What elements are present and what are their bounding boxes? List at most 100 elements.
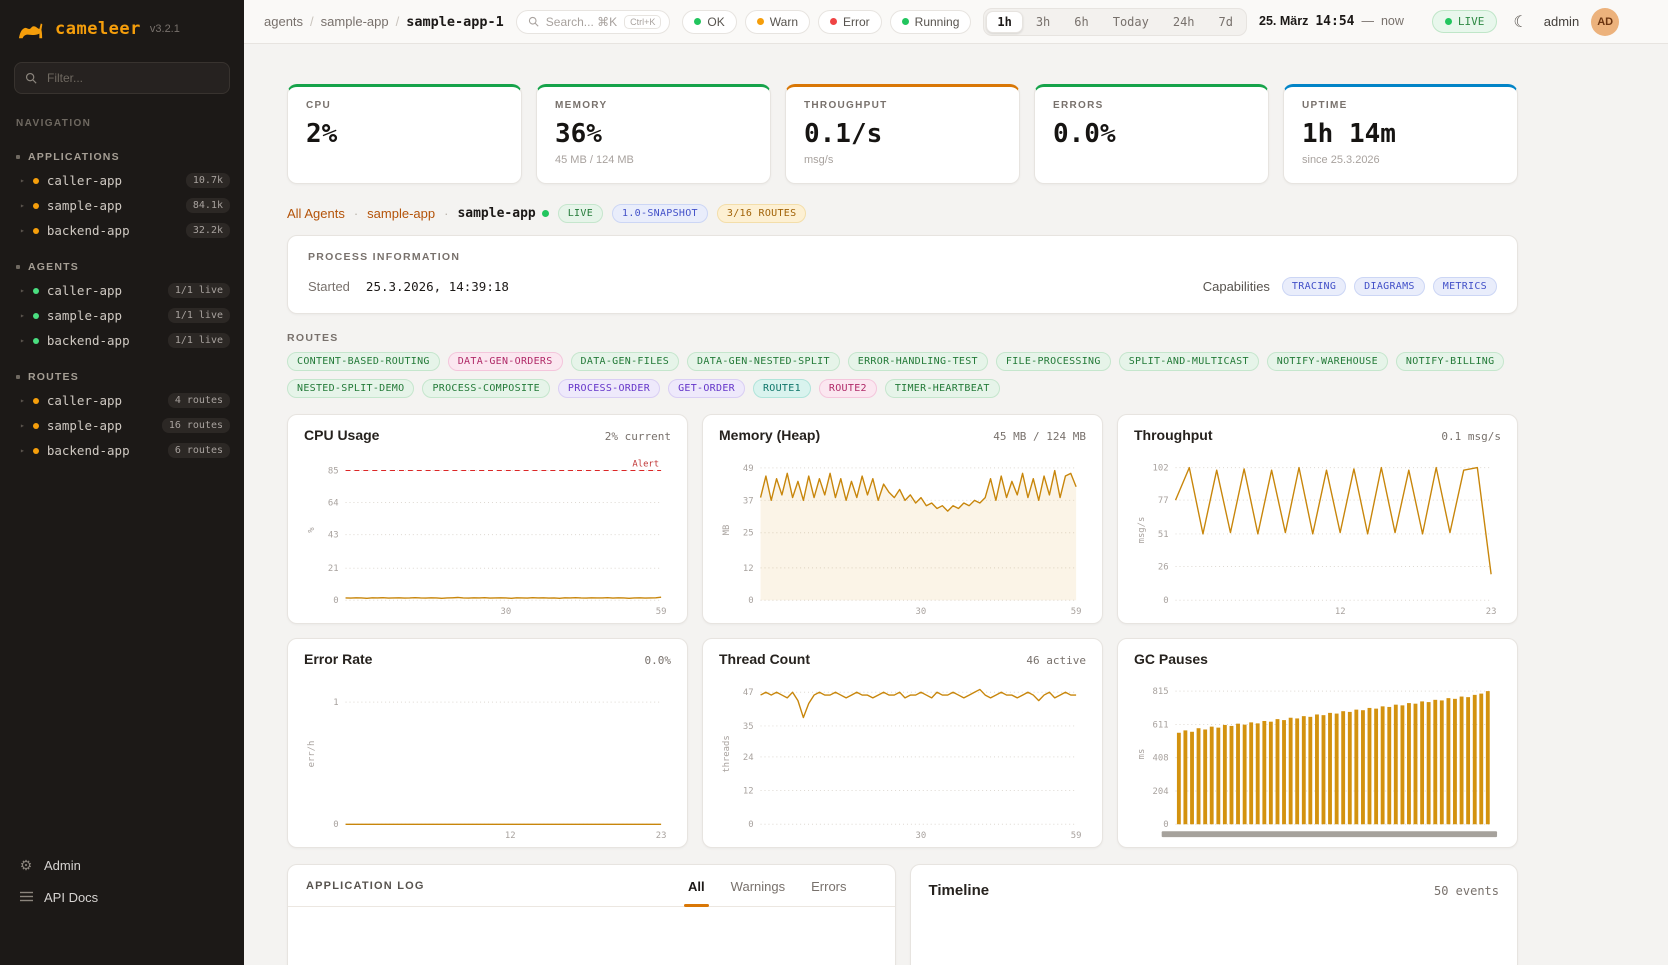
log-tab-errors[interactable]: Errors xyxy=(811,879,846,906)
sidebar-section-header-agents[interactable]: AGENTS xyxy=(0,255,244,278)
sidebar-item-agents-caller-app[interactable]: ▸caller-app1/1 live xyxy=(0,278,244,303)
route-pill-process-order[interactable]: PROCESS-ORDER xyxy=(558,379,660,398)
sidebar-item-label: backend-app xyxy=(47,443,130,458)
route-pill-split-and-multicast[interactable]: SPLIT-AND-MULTICAST xyxy=(1119,352,1259,371)
svg-text:0: 0 xyxy=(1163,596,1168,606)
section-label: APPLICATIONS xyxy=(28,151,120,163)
log-tabs: All Warnings Errors xyxy=(688,879,846,906)
route-pill-nested-split-demo[interactable]: NESTED-SPLIT-DEMO xyxy=(287,379,414,398)
memory-heap-chart: 012253749MB3059 xyxy=(719,447,1086,619)
route-pills: CONTENT-BASED-ROUTING DATA-GEN-ORDERS DATA… xyxy=(287,352,1518,398)
dark-mode-toggle[interactable]: ☾ xyxy=(1509,10,1531,34)
svg-text:64: 64 xyxy=(328,499,339,509)
time-range-today[interactable]: Today xyxy=(1102,11,1160,33)
route-pill-error-handling-test[interactable]: ERROR-HANDLING-TEST xyxy=(848,352,988,371)
chart-card-cpu-usage: CPU Usage2% current021436485%3059Alert xyxy=(287,414,688,624)
chart-title: GC Pauses xyxy=(1134,651,1208,667)
status-dot xyxy=(902,18,909,25)
breadcrumb-agents[interactable]: agents xyxy=(264,14,303,29)
sidebar-filter-input[interactable] xyxy=(45,70,219,86)
agent-breadcrumb-all-agents[interactable]: All Agents xyxy=(287,206,345,221)
app-logo[interactable]: cameleer v3.2.1 xyxy=(0,0,244,50)
sidebar-item-admin[interactable]: ⚙ Admin xyxy=(18,857,226,874)
route-pill-data-gen-nested-split[interactable]: DATA-GEN-NESTED-SPLIT xyxy=(687,352,840,371)
time-range-selector: 1h3h6hToday24h7d xyxy=(983,8,1247,36)
agent-live-dot xyxy=(542,210,549,217)
time-range-6h[interactable]: 6h xyxy=(1063,11,1099,33)
sidebar-section-header-routes[interactable]: ROUTES xyxy=(0,365,244,388)
date-range-display[interactable]: 25. März 14:54 — now xyxy=(1259,14,1404,29)
avatar[interactable]: AD xyxy=(1591,8,1619,36)
global-search[interactable]: Search... ⌘K Ctrl+K xyxy=(516,10,671,34)
route-pill-notify-billing[interactable]: NOTIFY-BILLING xyxy=(1396,352,1505,371)
route-pill-timer-heartbeat[interactable]: TIMER-HEARTBEAT xyxy=(885,379,1000,398)
sidebar-item-applications-backend-app[interactable]: ▸backend-app32.2k xyxy=(0,218,244,243)
route-pill-route1[interactable]: ROUTE1 xyxy=(753,379,811,398)
status-filter-warn[interactable]: Warn xyxy=(745,10,810,34)
route-pill-data-gen-orders[interactable]: DATA-GEN-ORDERS xyxy=(448,352,563,371)
log-tab-all[interactable]: All xyxy=(688,879,705,906)
error-rate-chart: 01err/h1223 xyxy=(304,671,671,843)
timeline-card: Timeline 50 events xyxy=(910,864,1519,965)
live-indicator[interactable]: LIVE xyxy=(1432,10,1498,33)
sidebar-item-applications-caller-app[interactable]: ▸caller-app10.7k xyxy=(0,168,244,193)
sidebar-item-badge: 1/1 live xyxy=(168,333,230,348)
time-range-7d[interactable]: 7d xyxy=(1208,11,1244,33)
svg-text:49: 49 xyxy=(743,464,754,474)
svg-text:26: 26 xyxy=(1158,562,1169,572)
process-information-card: PROCESS INFORMATION Started 25.3.2026, 1… xyxy=(287,235,1518,314)
svg-text:1: 1 xyxy=(333,698,338,708)
sidebar-item-applications-sample-app[interactable]: ▸sample-app84.1k xyxy=(0,193,244,218)
route-pill-route2[interactable]: ROUTE2 xyxy=(819,379,877,398)
svg-text:51: 51 xyxy=(1158,530,1169,540)
agent-breadcrumb-sample-app[interactable]: sample-app xyxy=(367,206,435,221)
sidebar-filter xyxy=(14,62,230,94)
chart-title: Memory (Heap) xyxy=(719,427,820,443)
route-pill-content-based-routing[interactable]: CONTENT-BASED-ROUTING xyxy=(287,352,440,371)
route-pill-notify-warehouse[interactable]: NOTIFY-WAREHOUSE xyxy=(1267,352,1388,371)
application-log-card: APPLICATION LOG AllWarningsErrors xyxy=(287,864,896,965)
thread-count-chart: 012243547threads3059 xyxy=(719,671,1086,843)
chart-card-gc-pauses: GC Pauses0204408611815ms xyxy=(1117,638,1518,848)
sidebar-item-api-docs[interactable]: API Docs xyxy=(18,889,226,905)
route-pill-data-gen-files[interactable]: DATA-GEN-FILES xyxy=(571,352,680,371)
chart-header: Error Rate0.0% xyxy=(304,651,671,667)
chart-title: Throughput xyxy=(1134,427,1213,443)
svg-text:815: 815 xyxy=(1153,687,1169,697)
time-range-24h[interactable]: 24h xyxy=(1162,11,1206,33)
stat-label: MEMORY xyxy=(555,100,752,111)
route-pill-process-composite[interactable]: PROCESS-COMPOSITE xyxy=(422,379,549,398)
stat-value: 36% xyxy=(555,119,752,149)
svg-text:Alert: Alert xyxy=(632,460,659,470)
sidebar-item-agents-sample-app[interactable]: ▸sample-app1/1 live xyxy=(0,303,244,328)
stat-label: CPU xyxy=(306,100,503,111)
stat-value: 2% xyxy=(306,119,503,149)
main-area: agents/sample-app/sample-app-1 Search...… xyxy=(244,0,1668,965)
breadcrumb-sample-app[interactable]: sample-app xyxy=(321,14,389,29)
date-separator: — xyxy=(1361,14,1374,28)
svg-text:204: 204 xyxy=(1153,787,1169,797)
search-icon xyxy=(528,16,539,27)
status-dot xyxy=(33,228,39,234)
navigation-label: NAVIGATION xyxy=(0,94,244,133)
chevron-right-icon: ▸ xyxy=(20,176,25,185)
sidebar-section-header-applications[interactable]: APPLICATIONS xyxy=(0,145,244,168)
log-tab-warnings[interactable]: Warnings xyxy=(731,879,785,906)
time-range-1h[interactable]: 1h xyxy=(986,11,1022,33)
sidebar-item-routes-backend-app[interactable]: ▸backend-app6 routes xyxy=(0,438,244,463)
time-range-3h[interactable]: 3h xyxy=(1025,11,1061,33)
status-filter-error[interactable]: Error xyxy=(818,10,882,34)
time-label: 14:54 xyxy=(1315,14,1354,29)
chart-header: Throughput0.1 msg/s xyxy=(1134,427,1501,443)
svg-text:77: 77 xyxy=(1158,496,1169,506)
sidebar-item-routes-caller-app[interactable]: ▸caller-app4 routes xyxy=(0,388,244,413)
section-caret-icon xyxy=(16,155,20,159)
sidebar-item-routes-sample-app[interactable]: ▸sample-app16 routes xyxy=(0,413,244,438)
route-pill-file-processing[interactable]: FILE-PROCESSING xyxy=(996,352,1111,371)
status-filter-ok[interactable]: OK xyxy=(682,10,736,34)
chart-card-thread-count: Thread Count46 active012243547threads305… xyxy=(702,638,1103,848)
route-pill-get-order[interactable]: GET-ORDER xyxy=(668,379,745,398)
status-filter-running[interactable]: Running xyxy=(890,10,972,34)
sidebar-item-label: sample-app xyxy=(47,198,122,213)
sidebar-item-agents-backend-app[interactable]: ▸backend-app1/1 live xyxy=(0,328,244,353)
